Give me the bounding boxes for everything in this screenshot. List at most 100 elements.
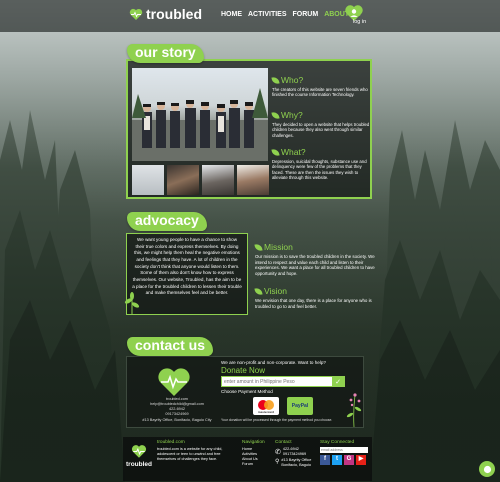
submit-check-icon[interactable]: ✓ [332,376,344,387]
social-links: f t G ▶ [320,455,370,466]
vision-title: Vision [264,286,287,296]
contact-us-title: contact us [135,337,206,353]
donate-amount-input[interactable] [222,377,333,386]
contact-address: #13 Bayrity Office, Bonifacio, Baguio Ci… [142,417,212,422]
mission-text: Our mission is to save the troubled chil… [255,254,375,277]
mission-section: Mission Our mission is to save the troub… [254,242,375,277]
advocacy-badge: advocacy [127,212,207,231]
footer-phone-numbers: 422-6942 09173424969 [283,447,306,457]
who-section: Who? The creators of this website are se… [271,75,370,98]
why-title: Why? [281,110,303,120]
thumbnail-1[interactable] [132,165,164,195]
contact-us-badge: contact us [127,337,214,356]
contact-panel: troubled.com help@troubledchild@gmail.co… [126,356,364,428]
thumbnail-2[interactable] [167,165,199,195]
what-title: What? [281,147,306,157]
location-pin-icon: ⚲ [275,459,280,466]
footer-address: ⚲ #13 Bayrity Office Bonifacio, Baguio [275,458,319,468]
mastercard-button[interactable]: mastercard [253,397,279,415]
top-navbar: troubled HOME ACTIVITIES FORUM ABOUT US … [0,0,500,32]
footer-site-title: troubled.com [157,440,185,445]
footer-link-forum[interactable]: Forum [242,462,272,467]
footer-navigation: Navigation Home Activities About Us Foru… [242,440,272,467]
login-label[interactable]: log in [353,19,366,25]
who-title: Who? [281,75,304,85]
footer-addr1: #13 Bayrity Office [281,458,312,463]
leaf-icon [271,148,280,157]
advocacy-panel: We want young people to have a chance to… [126,233,248,315]
footer-addr2: Bonifacio, Baguio [281,463,311,467]
google-plus-icon[interactable]: G [344,455,354,466]
donate-section: We are non-profit and non-corporate. Wan… [221,360,361,422]
mission-title: Mission [264,242,293,252]
footer-email-input[interactable] [320,447,368,454]
footer-logo[interactable]: troubled [126,444,152,469]
flower-decoration-icon [346,393,362,427]
our-story-title: our story [135,44,196,60]
logo[interactable]: troubled [129,6,202,22]
footer-phone: ✆ 422-6942 09173424969 [275,447,319,457]
mission-heading: Mission [254,242,375,253]
twitter-icon[interactable]: t [332,455,342,466]
footer-nav-title: Navigation [242,440,265,445]
leaf-icon [254,243,263,252]
footer-logo-text: troubled [126,460,152,468]
nav-links: HOME ACTIVITIES FORUM ABOUT US [221,11,361,18]
heart-pulse-icon [158,368,190,396]
paypal-label: PayPal [291,403,309,409]
chat-bubble-icon [483,465,491,473]
why-heading: Why? [271,110,370,121]
nav-forum[interactable]: FORUM [293,11,319,18]
facebook-icon[interactable]: f [320,455,330,466]
leaf-icon [271,76,280,85]
footer-about: troubled.com troubled.com is a website f… [157,440,235,462]
heart-pulse-icon [131,445,147,458]
leaf-icon [254,287,263,296]
footer-phone1: 422-6942 [282,447,299,452]
thumbnail-4[interactable] [237,165,269,195]
contact-info: troubled.com help@troubledchild@gmail.co… [133,397,221,423]
thumbnail-3[interactable] [202,165,234,195]
vision-section: Vision We envision that one day, there i… [254,286,375,309]
our-story-badge: our story [127,44,204,63]
footer-phone2: 09173424969 [282,452,307,457]
why-section: Why? They decided to open a website that… [271,110,370,138]
footer-contact: Contact ✆ 422-6942 09173424969 ⚲ #13 Bay… [275,440,319,468]
paypal-button[interactable]: PayPal [287,397,313,415]
vision-text: We envision that one day, there is a pla… [255,298,372,309]
advocacy-title: advocacy [135,212,199,228]
group-photo [132,68,268,161]
phone-icon: ✆ [275,448,281,456]
what-section: What? Depression, suicidal thoughts, sub… [271,147,370,181]
donate-note: Your donation will be processed through … [221,418,333,422]
what-text: Depression, suicidal thoughts, substance… [272,158,367,181]
group-photo-figures [132,88,268,161]
nav-activities[interactable]: ACTIVITIES [248,11,287,18]
footer-address-lines: #13 Bayrity Office Bonifacio, Baguio [281,458,311,468]
payment-label: Choose Payment Method [221,389,273,394]
heart-pulse-icon [129,8,143,20]
footer-about-text: troubled.com is a website for any child,… [157,447,223,462]
what-heading: What? [271,147,370,158]
footer-stay-title: Stay Connected [320,440,355,445]
donate-input-group: ✓ [221,376,345,387]
scroll-to-top-button[interactable] [479,461,495,477]
logo-text: troubled [146,6,202,22]
advocacy-text: We want young people to have a chance to… [132,237,242,296]
photo-thumbnails [132,165,269,195]
vision-heading: Vision [254,286,375,297]
our-story-panel: Who? The creators of this website are se… [126,59,372,199]
why-text: They decided to open a website that help… [272,121,370,138]
mastercard-icon: mastercard [258,400,274,414]
who-text: The creators of this website are seven f… [272,86,368,98]
who-heading: Who? [271,75,370,86]
donate-intro: We are non-profit and non-corporate. Wan… [221,360,326,365]
youtube-icon[interactable]: ▶ [356,455,366,466]
plant-decoration-icon [124,292,140,315]
footer: troubled troubled.com troubled.com is a … [123,437,372,481]
nav-home[interactable]: HOME [221,11,242,18]
mastercard-text: mastercard [258,410,274,414]
footer-contact-title: Contact [275,440,292,445]
footer-stay-connected: Stay Connected f t G ▶ [320,440,370,466]
donate-title: Donate Now [221,366,266,375]
